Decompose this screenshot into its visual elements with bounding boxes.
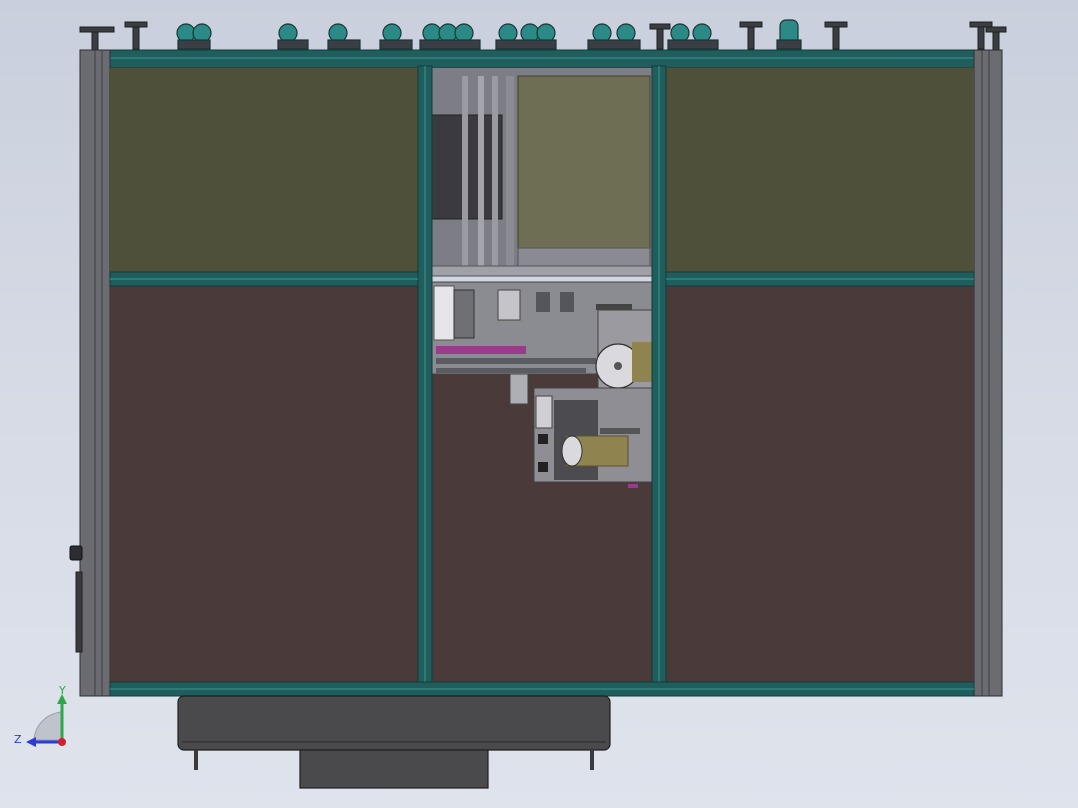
side-electrical-box <box>75 571 83 653</box>
y-axis-label: Y <box>58 686 66 697</box>
swivel-caster <box>776 19 802 50</box>
leveling-foot <box>824 21 848 50</box>
upper-left-panel <box>110 68 418 272</box>
lower-left-panel <box>110 286 418 682</box>
frame-top-rail <box>81 49 1003 69</box>
orientation-triad: Y Z <box>14 684 74 752</box>
leveling-foot <box>985 26 1007 51</box>
leveling-foot <box>969 21 993 50</box>
caster <box>379 23 413 50</box>
base-enclosure <box>177 695 611 789</box>
caster <box>176 23 212 50</box>
caster <box>419 23 481 50</box>
caster <box>327 23 361 50</box>
triad-arc <box>33 711 63 741</box>
center-upper-mechanism <box>431 68 653 277</box>
side-push-button <box>69 545 83 561</box>
leveling-foot <box>79 26 115 51</box>
lower-right-panel <box>666 286 974 682</box>
top-casters-row <box>176 19 802 50</box>
leveling-foot <box>739 21 763 50</box>
frame-right-post <box>973 49 1003 697</box>
z-axis-label: Z <box>14 733 22 746</box>
x-axis-point <box>58 738 66 746</box>
caster <box>587 23 641 50</box>
center-lower-assembly <box>533 387 653 488</box>
cad-viewport[interactable] <box>0 0 1078 808</box>
caster <box>277 23 309 50</box>
upper-right-panel <box>666 68 974 272</box>
leveling-foot <box>649 23 671 50</box>
caster <box>667 23 719 50</box>
frame-left-post <box>79 49 111 697</box>
caster <box>495 23 557 50</box>
leveling-foot <box>124 21 148 50</box>
